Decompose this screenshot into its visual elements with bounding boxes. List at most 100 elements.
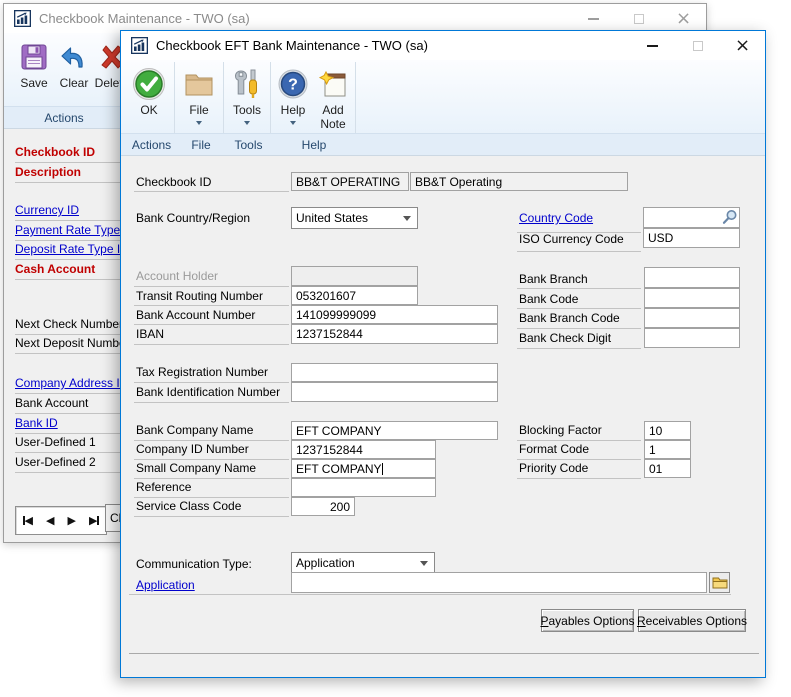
maximize-icon [693, 41, 703, 51]
prompt-bank-id[interactable]: Bank ID [15, 416, 58, 430]
tools-menu-button[interactable]: Tools [227, 63, 267, 133]
bank-code-field[interactable] [644, 288, 740, 308]
prompt-next-deposit-number: Next Deposit Number [15, 336, 130, 350]
svg-text:?: ? [288, 77, 298, 94]
help-group-label: Help [274, 138, 354, 152]
record-navigation: ◀ ◀ ▶ ▶ [15, 506, 107, 535]
prompt-next-check-number: Next Check Number [15, 317, 123, 331]
application-path-field[interactable] [291, 572, 707, 593]
last-record-button[interactable]: ▶ [89, 514, 99, 527]
actions-group-label: Actions [129, 138, 174, 152]
prompt-company-address-id[interactable]: Company Address ID [15, 376, 128, 390]
service-class-code-label: Service Class Code [136, 499, 241, 513]
iban-field[interactable] [291, 324, 498, 344]
maximize-icon [634, 14, 644, 24]
tax-registration-number-field[interactable] [291, 363, 498, 382]
account-holder-field [291, 266, 418, 286]
iso-currency-code-value: USD [643, 228, 740, 248]
front-titlebar[interactable]: Checkbook EFT Bank Maintenance - TWO (sa… [121, 31, 765, 60]
next-record-button[interactable]: ▶ [68, 514, 76, 527]
undo-arrow-icon [59, 39, 89, 75]
minimize-icon [647, 45, 658, 47]
browse-folder-button[interactable] [709, 572, 730, 593]
clear-button[interactable]: Clear [54, 36, 94, 106]
previous-record-button[interactable]: ◀ [46, 514, 54, 527]
checkbook-eft-bank-maintenance-window: Checkbook EFT Bank Maintenance - TWO (sa… [120, 30, 766, 678]
chevron-down-icon [290, 121, 296, 125]
transit-routing-number-field[interactable] [291, 286, 418, 305]
bank-branch-field[interactable] [644, 267, 740, 288]
bank-account-number-label: Bank Account Number [136, 308, 255, 322]
tools-group-label: Tools [227, 138, 270, 152]
checkbook-description-value: BB&T Operating [410, 172, 628, 191]
status-separator [129, 653, 759, 654]
payables-options-button[interactable]: Payables Options [541, 609, 634, 632]
maximize-button[interactable] [616, 4, 661, 33]
bank-check-digit-field[interactable] [644, 328, 740, 348]
close-button[interactable]: × [720, 31, 765, 60]
add-note-button[interactable]: Add Note [312, 63, 354, 133]
ok-green-check-icon [132, 66, 166, 102]
transit-routing-number-label: Transit Routing Number [136, 289, 263, 303]
add-note-icon [317, 66, 349, 102]
prompt-deposit-rate-type-id[interactable]: Deposit Rate Type ID [15, 242, 129, 256]
priority-code-label: Priority Code [519, 461, 588, 475]
bank-identification-number-field[interactable] [291, 382, 498, 402]
first-record-button[interactable]: ◀ [23, 514, 33, 527]
small-company-name-field[interactable]: EFT COMPANY [291, 459, 436, 478]
maximize-button[interactable] [675, 31, 720, 60]
minimize-button[interactable] [630, 31, 675, 60]
ok-button[interactable]: OK [129, 63, 169, 133]
service-class-code-field[interactable] [291, 497, 355, 516]
bank-code-label: Bank Code [519, 292, 578, 306]
country-code-label[interactable]: Country Code [519, 211, 593, 225]
text-caret [382, 463, 383, 475]
communication-type-label: Communication Type: [136, 557, 252, 571]
bank-check-digit-label: Bank Check Digit [519, 331, 611, 345]
minimize-icon [588, 18, 599, 20]
bank-country-region-dropdown[interactable]: United States [291, 207, 418, 229]
communication-type-dropdown[interactable]: Application [291, 552, 435, 574]
application-label[interactable]: Application [136, 578, 195, 592]
chevron-down-icon [403, 216, 411, 221]
account-holder-label: Account Holder [136, 269, 218, 283]
bar-chart-app-icon [131, 37, 148, 54]
prompt-currency-id[interactable]: Currency ID [15, 203, 79, 217]
bank-branch-code-field[interactable] [644, 308, 740, 328]
bank-branch-label: Bank Branch [519, 272, 588, 286]
bank-company-name-field[interactable] [291, 421, 498, 440]
company-id-number-field[interactable] [291, 440, 436, 459]
file-menu-button[interactable]: File [179, 63, 219, 133]
prompt-payment-rate-type-id[interactable]: Payment Rate Type ID [15, 223, 136, 237]
reference-label: Reference [136, 480, 191, 494]
save-button[interactable]: Save [14, 36, 54, 106]
minimize-button[interactable] [571, 4, 616, 33]
file-group-label: File [179, 138, 223, 152]
bank-country-region-label: Bank Country/Region [136, 211, 250, 225]
back-window-title: Checkbook Maintenance - TWO (sa) [39, 11, 250, 26]
format-code-label: Format Code [519, 442, 589, 456]
back-titlebar[interactable]: Checkbook Maintenance - TWO (sa) × [4, 4, 706, 33]
bank-branch-code-label: Bank Branch Code [519, 311, 620, 325]
reference-field[interactable] [291, 478, 436, 497]
chevron-down-icon [420, 561, 428, 566]
receivables-options-button[interactable]: Receivables Options [638, 609, 746, 632]
chevron-down-icon [196, 121, 202, 125]
prompt-description: Description [15, 165, 81, 179]
close-icon: × [735, 37, 750, 55]
prompt-user-defined-2: User-Defined 2 [15, 455, 96, 469]
checkbook-id-label: Checkbook ID [136, 175, 211, 189]
help-menu-button[interactable]: ? Help [274, 63, 312, 133]
floppy-disk-icon [19, 39, 49, 75]
tax-registration-number-label: Tax Registration Number [136, 365, 268, 379]
blocking-factor-field[interactable] [644, 421, 691, 440]
close-button[interactable]: × [661, 4, 706, 33]
bank-account-number-field[interactable] [291, 305, 498, 324]
priority-code-field[interactable] [644, 459, 691, 478]
folder-icon [183, 66, 215, 102]
bank-company-name-label: Bank Company Name [136, 423, 253, 437]
format-code-field[interactable] [644, 440, 691, 459]
prompt-checkbook-id: Checkbook ID [15, 145, 95, 159]
front-ribbon-group-strip: Actions File Tools Help [121, 133, 765, 155]
folder-icon [712, 576, 728, 589]
